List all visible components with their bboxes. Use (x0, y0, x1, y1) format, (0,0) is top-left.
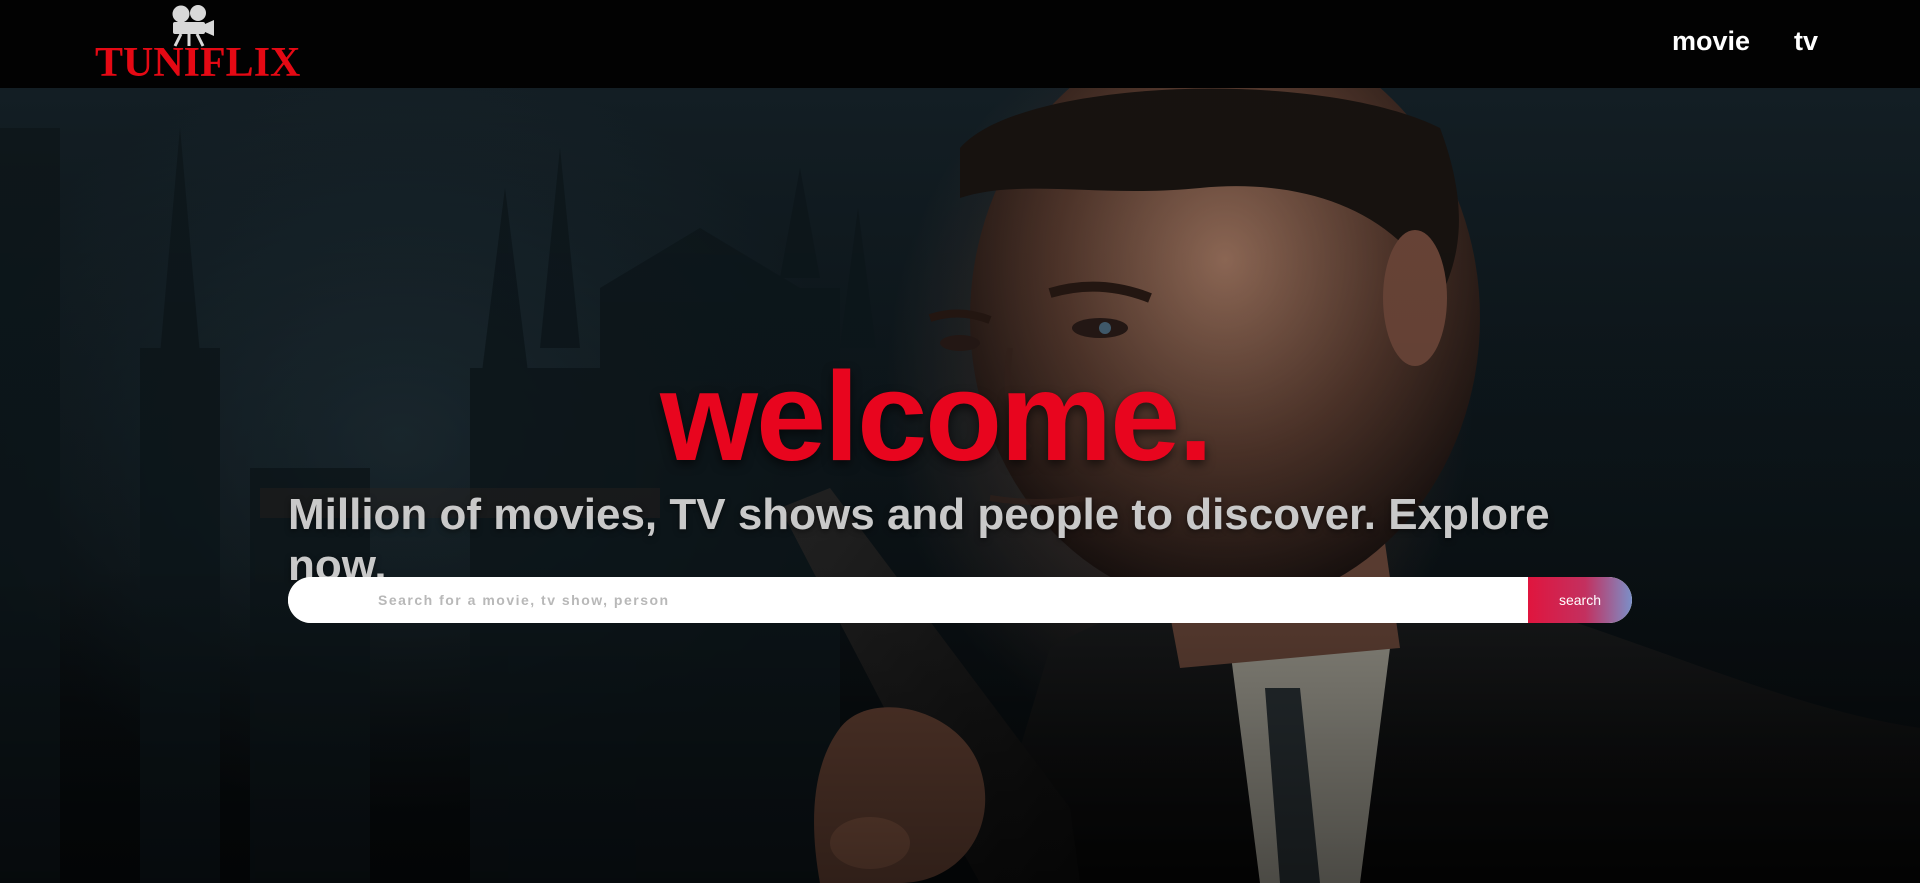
search-input[interactable] (288, 577, 1528, 623)
main-nav: movie tv (1672, 26, 1818, 57)
nav-link-tv[interactable]: tv (1794, 26, 1818, 57)
logo-text: TUNIFLIX (95, 40, 301, 86)
logo[interactable]: TUNIFLIX (95, 4, 300, 84)
search-form: search (288, 577, 1632, 623)
search-button[interactable]: search (1528, 577, 1632, 623)
nav-link-movie[interactable]: movie (1672, 26, 1750, 57)
header: TUNIFLIX movie tv (0, 0, 1920, 88)
hero-subtitle: Million of movies, TV shows and people t… (288, 490, 1550, 590)
welcome-heading: welcome. (660, 346, 1213, 488)
page: TUNIFLIX movie tv welcome. Million of mo… (0, 0, 1920, 883)
